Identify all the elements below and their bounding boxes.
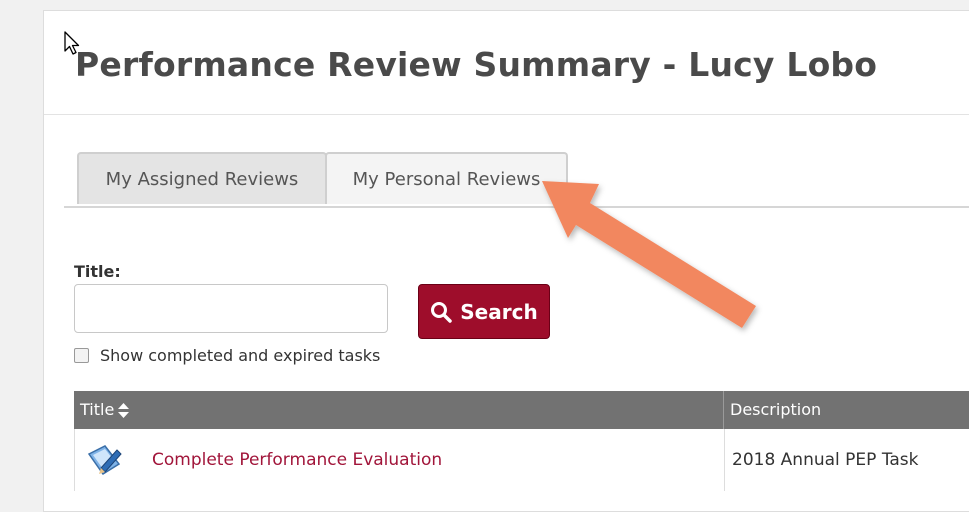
page-header: Performance Review Summary - Lucy Lobo	[44, 11, 969, 115]
title-field-label: Title:	[74, 262, 121, 281]
main-panel: Performance Review Summary - Lucy Lobo M…	[43, 10, 969, 512]
show-completed-checkbox[interactable]	[74, 348, 89, 363]
document-pencil-icon	[87, 445, 122, 476]
search-button-label: Search	[460, 299, 538, 324]
column-header-description: Description	[723, 391, 969, 429]
row-title-cell: Complete Performance Evaluation	[75, 429, 724, 491]
title-search-input[interactable]	[74, 284, 388, 333]
row-description-cell: 2018 Annual PEP Task	[724, 429, 969, 491]
search-button[interactable]: Search	[418, 284, 550, 339]
sort-icon[interactable]	[118, 402, 130, 418]
column-header-title[interactable]: Title	[74, 391, 723, 429]
reviews-table: Title Description Complete Performance E…	[74, 391, 969, 491]
show-completed-label[interactable]: Show completed and expired tasks	[100, 346, 380, 365]
tab-my-personal-reviews[interactable]: My Personal Reviews	[325, 152, 568, 204]
page-title: Performance Review Summary - Lucy Lobo	[75, 45, 878, 84]
show-completed-row: Show completed and expired tasks	[74, 346, 380, 365]
table-header-row: Title Description	[74, 391, 969, 429]
search-icon	[431, 301, 453, 323]
tab-my-assigned-reviews[interactable]: My Assigned Reviews	[77, 152, 327, 204]
review-tabs: My Assigned Reviews My Personal Reviews	[64, 152, 969, 208]
mouse-cursor-icon	[64, 31, 80, 55]
table-row: Complete Performance Evaluation 2018 Ann…	[74, 429, 969, 491]
task-link-complete-performance-evaluation[interactable]: Complete Performance Evaluation	[152, 429, 442, 491]
column-header-title-label: Title	[80, 400, 115, 419]
